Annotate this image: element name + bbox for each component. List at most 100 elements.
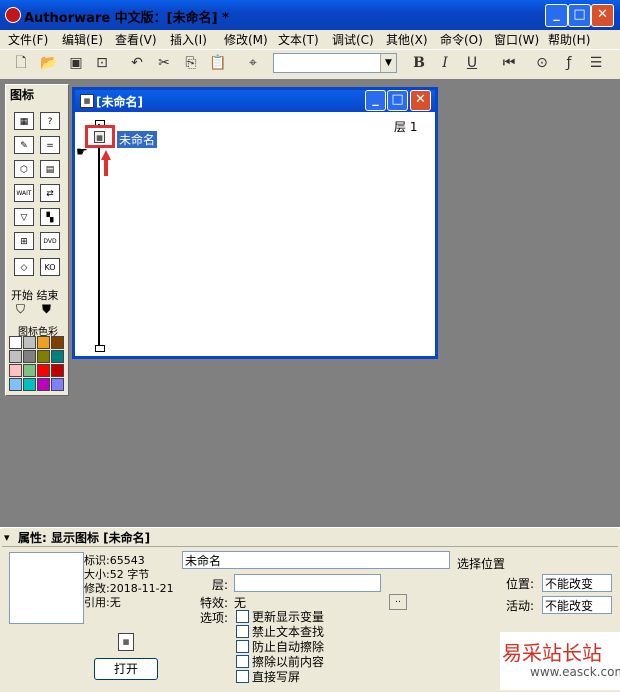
menu-modify[interactable]: 修改(M) xyxy=(224,31,268,48)
flowline xyxy=(98,124,100,348)
color-swatch[interactable] xyxy=(9,378,22,391)
chevron-down-icon[interactable]: ▼ xyxy=(380,54,396,72)
display-icon[interactable]: ▦ xyxy=(14,112,34,130)
restart-icon[interactable]: ⏮ xyxy=(500,54,518,72)
effect-browse-button[interactable]: .. xyxy=(389,594,407,610)
display-icon[interactable]: ▦ xyxy=(94,131,105,143)
color-swatch[interactable] xyxy=(9,350,22,363)
flowline-end xyxy=(95,345,105,352)
group-icon[interactable]: ◇ xyxy=(14,258,34,276)
prevent-auto-erase-checkbox[interactable] xyxy=(236,640,249,653)
color-swatch[interactable] xyxy=(51,378,64,391)
menu-debug[interactable]: 调试(C) xyxy=(332,31,374,48)
display-icon: ▦ xyxy=(118,633,134,651)
calculation-icon[interactable]: ▚ xyxy=(40,208,60,226)
update-variables-checkbox[interactable] xyxy=(236,610,249,623)
position-select[interactable]: 不能改变 xyxy=(542,574,612,592)
end-flag-icon[interactable]: ⛊ xyxy=(42,302,51,317)
watermark-url: www.easck.com xyxy=(530,665,620,679)
maximize-button[interactable]: □ xyxy=(568,4,591,27)
color-swatch[interactable] xyxy=(51,336,64,349)
icon-name-label[interactable]: 未命名 xyxy=(117,131,158,148)
flow-maximize-button[interactable]: □ xyxy=(387,90,408,111)
text-style-select[interactable]: ▼ xyxy=(273,53,397,73)
framework-icon[interactable]: ▤ xyxy=(40,160,60,178)
color-swatch[interactable] xyxy=(9,336,22,349)
dvd-icon[interactable]: DVD xyxy=(40,232,60,250)
color-swatch[interactable] xyxy=(37,350,50,363)
palette-title: 图标 xyxy=(10,88,35,102)
layer-field[interactable] xyxy=(234,574,381,592)
find-icon[interactable]: ⌖ xyxy=(244,54,262,72)
flow-close-button[interactable]: ✕ xyxy=(410,90,431,111)
navigate-icon[interactable]: ⬡ xyxy=(14,160,34,178)
color-swatch[interactable] xyxy=(51,350,64,363)
options-label: 选项: xyxy=(200,611,229,625)
paste-icon[interactable]: 📋 xyxy=(209,54,227,72)
menu-text[interactable]: 文本(T) xyxy=(278,31,319,48)
no-text-search-checkbox[interactable] xyxy=(236,625,249,638)
wait-button-icon[interactable]: WAIT xyxy=(14,184,34,202)
activity-label: 活动: xyxy=(506,599,535,613)
app-icon xyxy=(5,7,21,23)
import-icon[interactable]: ⊡ xyxy=(93,54,111,72)
minimize-button[interactable]: _ xyxy=(545,4,568,27)
color-swatch[interactable] xyxy=(23,336,36,349)
icon-name-field[interactable]: 未命名 xyxy=(182,551,450,569)
color-swatch[interactable] xyxy=(23,350,36,363)
direct-to-screen-checkbox[interactable] xyxy=(236,670,249,683)
color-swatch[interactable] xyxy=(37,336,50,349)
italic-button[interactable]: I xyxy=(436,54,454,72)
wait-icon[interactable]: = xyxy=(40,136,60,154)
flow-minimize-button[interactable]: _ xyxy=(365,90,386,111)
flowline-window-icon: ▦ xyxy=(80,94,94,108)
erase-icon[interactable]: ✎ xyxy=(14,136,34,154)
icon-preview xyxy=(9,552,84,624)
red-arrow-shaft xyxy=(104,158,108,176)
close-button[interactable]: ✕ xyxy=(591,4,614,27)
menu-other[interactable]: 其他(X) xyxy=(386,31,428,48)
erase-previous-checkbox[interactable] xyxy=(236,655,249,668)
paste-hand-icon: ☛ xyxy=(76,145,88,160)
menu-command[interactable]: 命令(O) xyxy=(440,31,483,48)
menu-window[interactable]: 窗口(W) xyxy=(494,31,539,48)
select-position-label: 选择位置 xyxy=(457,557,506,571)
cut-icon[interactable]: ✂ xyxy=(155,54,173,72)
activity-select[interactable]: 不能改变 xyxy=(542,596,612,614)
start-flag-icon[interactable]: ⛉ xyxy=(16,302,25,317)
direct-to-screen-label: 直接写屏 xyxy=(252,670,301,684)
open-button[interactable]: 打开 xyxy=(94,658,158,680)
menu-file[interactable]: 文件(F) xyxy=(8,31,48,48)
motion-icon[interactable]: ? xyxy=(40,112,60,130)
bold-button[interactable]: B xyxy=(410,54,428,72)
undo-icon[interactable]: ↶ xyxy=(128,54,146,72)
color-swatch[interactable] xyxy=(37,378,50,391)
layer-label: 层 1 xyxy=(394,120,418,134)
layer-field-label: 层: xyxy=(212,578,229,592)
variables-icon[interactable]: ☰ xyxy=(587,54,605,72)
menu-edit[interactable]: 编辑(E) xyxy=(62,31,103,48)
copy-icon[interactable]: ⎘ xyxy=(182,54,200,72)
functions-icon[interactable]: ƒ xyxy=(560,54,578,72)
color-swatch[interactable] xyxy=(9,364,22,377)
color-swatch[interactable] xyxy=(37,364,50,377)
save-all-icon[interactable]: ▣ xyxy=(67,54,85,72)
color-swatch[interactable] xyxy=(23,378,36,391)
color-swatch[interactable] xyxy=(23,364,36,377)
underline-button[interactable]: U xyxy=(463,54,481,72)
properties-title: 属性: 显示图标 [未命名] xyxy=(18,531,151,545)
interaction-icon[interactable]: ▽ xyxy=(14,208,34,226)
map-icon[interactable]: ⊞ xyxy=(14,232,34,250)
knowledge-object-icon[interactable]: KO xyxy=(40,258,60,276)
decision-icon[interactable]: ⇄ xyxy=(40,184,60,202)
flowline-window xyxy=(72,87,438,359)
collapse-arrow-icon[interactable]: ▾ xyxy=(4,531,10,544)
menu-insert[interactable]: 插入(I) xyxy=(170,31,207,48)
menu-view[interactable]: 查看(V) xyxy=(115,31,157,48)
control-panel-icon[interactable]: ⊙ xyxy=(533,54,551,72)
watermark-text: 易采站长站 xyxy=(502,641,602,665)
menu-help[interactable]: 帮助(H) xyxy=(548,31,590,48)
open-folder-icon[interactable]: 📂 xyxy=(40,54,58,72)
new-file-icon[interactable]: 🗋 xyxy=(12,54,30,72)
color-swatch[interactable] xyxy=(51,364,64,377)
